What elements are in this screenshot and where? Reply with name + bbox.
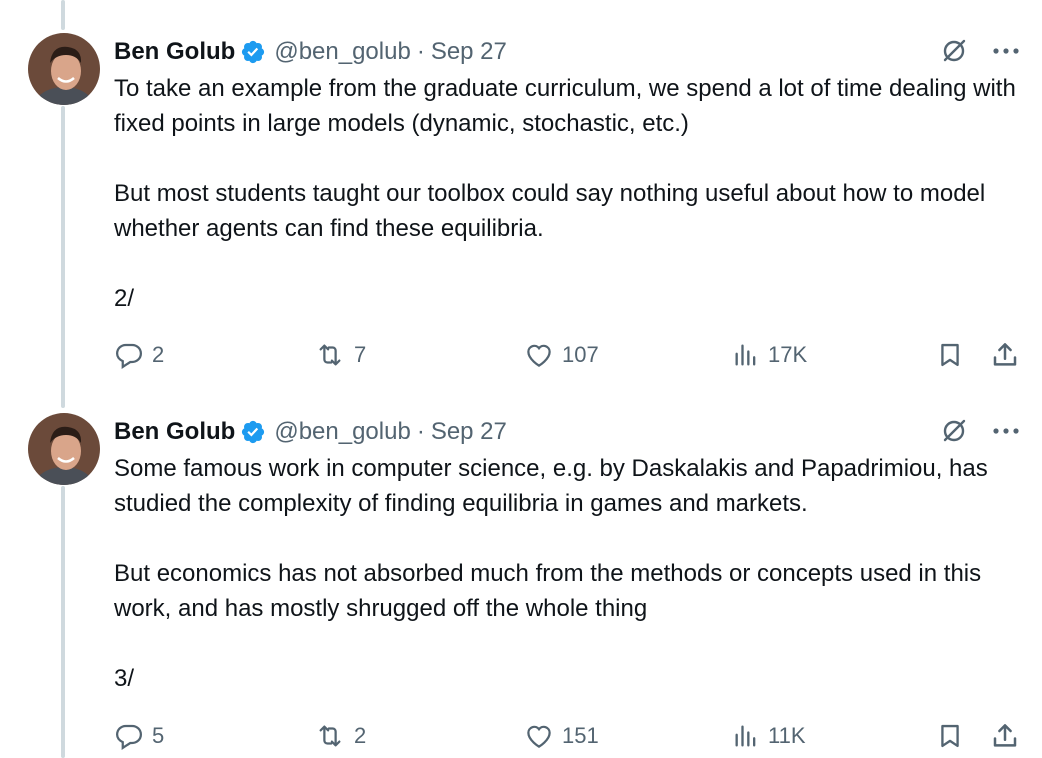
repost-icon bbox=[319, 725, 341, 747]
reply-icon bbox=[115, 343, 143, 369]
bookmark-icon bbox=[941, 343, 959, 367]
views-icon bbox=[735, 725, 756, 747]
tweet-text: To take an example from the graduate cur… bbox=[114, 71, 1024, 316]
views-count: 17K bbox=[768, 342, 808, 367]
like-button[interactable]: 151 bbox=[524, 718, 599, 754]
author-name[interactable]: Ben Golub bbox=[114, 418, 235, 446]
tweet-paragraph: To take an example from the graduate cur… bbox=[114, 75, 1023, 137]
views-icon bbox=[735, 344, 756, 366]
bookmark-button[interactable] bbox=[936, 337, 964, 373]
repost-count: 7 bbox=[354, 342, 367, 367]
more-icon[interactable] bbox=[992, 427, 1020, 435]
views-button[interactable]: 11K bbox=[732, 718, 806, 754]
avatar[interactable] bbox=[28, 33, 100, 105]
grok-icon[interactable] bbox=[940, 417, 968, 445]
bookmark-icon bbox=[941, 724, 959, 748]
like-count: 107 bbox=[562, 342, 599, 367]
reply-icon bbox=[115, 724, 143, 750]
share-button[interactable] bbox=[990, 718, 1020, 754]
thread-line-top bbox=[61, 0, 65, 30]
repost-button[interactable]: 2 bbox=[314, 718, 366, 754]
like-icon bbox=[527, 725, 551, 748]
tweet-actions: 2 7 107 17K bbox=[114, 337, 1024, 373]
views-count: 11K bbox=[768, 723, 806, 748]
tweet-top-actions bbox=[940, 37, 1020, 65]
verified-badge-icon bbox=[240, 419, 266, 445]
reply-button[interactable]: 5 bbox=[114, 718, 164, 754]
share-button[interactable] bbox=[990, 337, 1020, 373]
thread-timeline: Ben Golub @ben_golub · Sep 27 To take an… bbox=[0, 0, 1042, 758]
author-handle[interactable]: @ben_golub bbox=[274, 38, 410, 66]
author-handle[interactable]: @ben_golub bbox=[274, 418, 410, 446]
share-icon bbox=[993, 343, 1017, 366]
separator-dot: · bbox=[416, 418, 425, 445]
tweet-date[interactable]: Sep 27 bbox=[431, 418, 507, 446]
repost-count: 2 bbox=[354, 723, 367, 748]
reply-button[interactable]: 2 bbox=[114, 337, 164, 373]
views-button[interactable]: 17K bbox=[732, 337, 807, 373]
repost-button[interactable]: 7 bbox=[314, 337, 366, 373]
tweet-paragraph: 2/ bbox=[114, 285, 135, 312]
author-name[interactable]: Ben Golub bbox=[114, 38, 235, 66]
grok-icon[interactable] bbox=[940, 37, 968, 65]
separator-dot: · bbox=[416, 38, 425, 65]
tweet-top-actions bbox=[940, 417, 1020, 445]
like-button[interactable]: 107 bbox=[524, 337, 599, 373]
bookmark-button[interactable] bbox=[936, 718, 964, 754]
repost-icon bbox=[319, 344, 341, 366]
more-icon[interactable] bbox=[992, 47, 1020, 55]
tweet-text: Some famous work in computer science, e.… bbox=[114, 451, 1024, 696]
tweet-paragraph: Some famous work in computer science, e.… bbox=[114, 455, 995, 517]
tweet[interactable]: Ben Golub @ben_golub · Sep 27 Some famou… bbox=[0, 413, 1042, 758]
share-icon bbox=[993, 724, 1017, 747]
tweet-header: Ben Golub @ben_golub · Sep 27 bbox=[114, 415, 507, 449]
reply-count: 2 bbox=[152, 342, 165, 367]
tweet-actions: 5 2 151 11K bbox=[114, 718, 1024, 754]
like-count: 151 bbox=[562, 723, 599, 748]
tweet[interactable]: Ben Golub @ben_golub · Sep 27 To take an… bbox=[0, 33, 1042, 383]
tweet-date[interactable]: Sep 27 bbox=[431, 38, 507, 66]
tweet-header: Ben Golub @ben_golub · Sep 27 bbox=[114, 35, 507, 69]
tweet-paragraph: But economics has not absorbed much from… bbox=[114, 560, 988, 622]
like-icon bbox=[527, 344, 551, 367]
avatar[interactable] bbox=[28, 413, 100, 485]
reply-count: 5 bbox=[152, 723, 165, 748]
tweet-paragraph: But most students taught our toolbox cou… bbox=[114, 180, 992, 242]
tweet-paragraph: 3/ bbox=[114, 665, 135, 692]
verified-badge-icon bbox=[240, 39, 266, 65]
